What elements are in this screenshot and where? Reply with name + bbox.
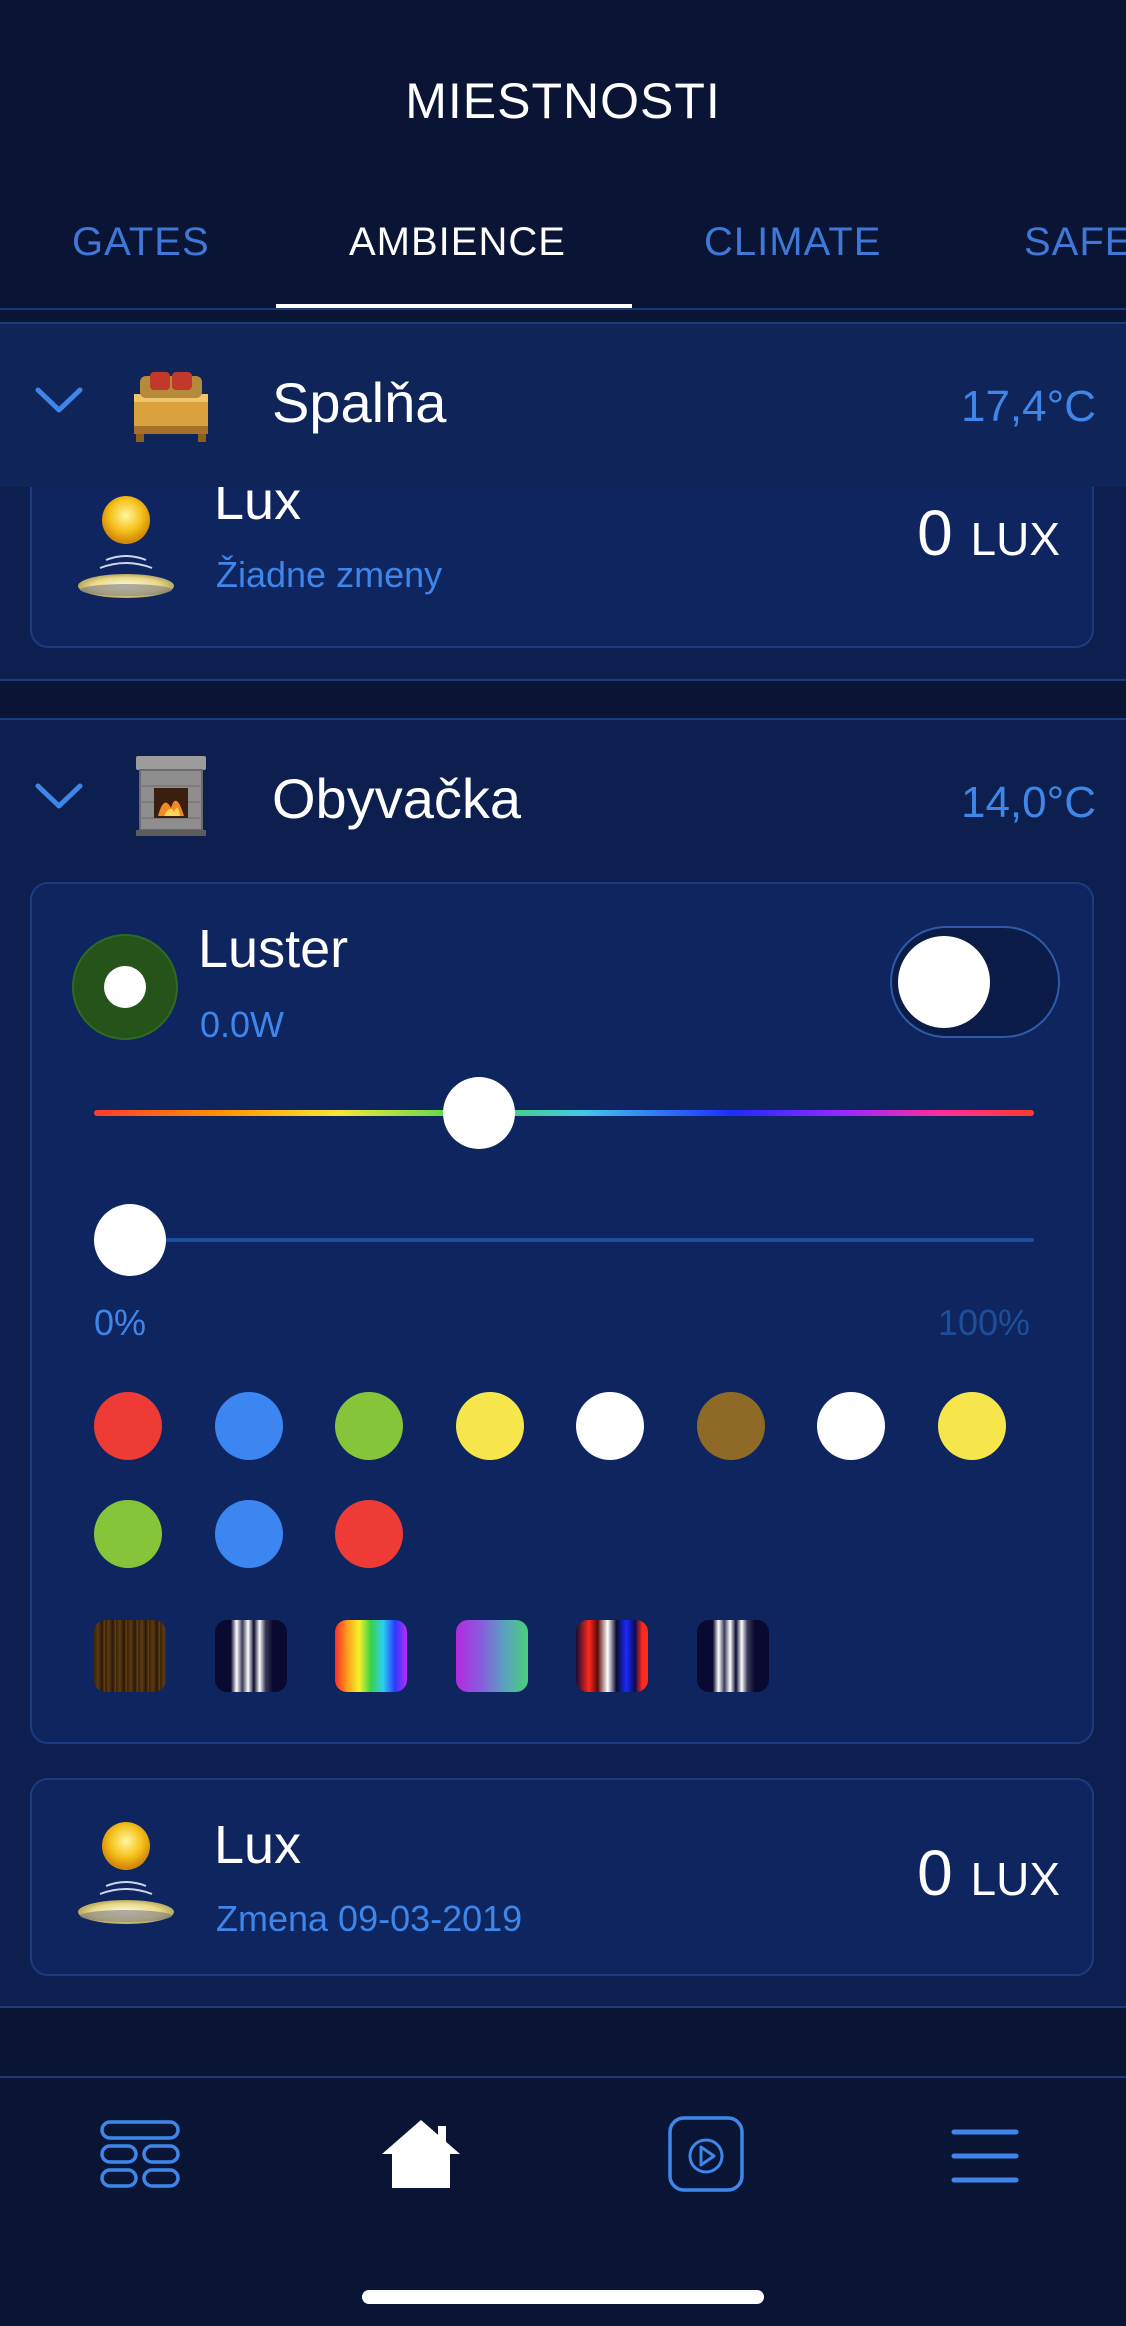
brightness-min-label: 0% (94, 1302, 147, 1343)
color-swatch[interactable] (817, 1392, 885, 1460)
device-power: 0.0W (200, 1004, 285, 1045)
bottom-navigation (0, 2076, 1126, 2326)
chevron-down-icon[interactable] (34, 386, 84, 416)
red-blue-stripes-pattern[interactable] (576, 1620, 648, 1692)
lux-value: 0 (917, 497, 953, 569)
active-tab-indicator (276, 304, 632, 308)
app-header: MIESTNOSTI GATES AMBIENCE CLIMATE SAFE (0, 0, 1126, 310)
rainbow-pattern[interactable] (335, 1620, 407, 1692)
lux-reading: 0 LUX (917, 1836, 1060, 1910)
color-swatch[interactable] (94, 1392, 162, 1460)
power-toggle[interactable] (890, 926, 1060, 1038)
chevron-down-icon[interactable] (34, 782, 84, 812)
color-swatch[interactable] (94, 1500, 162, 1568)
tab-gates[interactable]: GATES (72, 220, 210, 265)
tab-ambience[interactable]: AMBIENCE (349, 220, 566, 265)
tab-climate[interactable]: CLIMATE (704, 220, 881, 265)
purple-green-pattern[interactable] (456, 1620, 528, 1692)
device-status: Žiadne zmeny (216, 554, 443, 595)
color-swatch[interactable] (696, 1392, 765, 1460)
brightness-max-label: 100% (937, 1302, 1030, 1343)
lux-sensor-card[interactable]: Lux Zmena 09-03-2019 0 LUX (30, 1778, 1094, 1976)
room-name: Spalňa (272, 371, 447, 434)
white-stripes-pattern[interactable] (215, 1620, 287, 1692)
color-swatch[interactable] (576, 1392, 644, 1460)
category-tabs: GATES AMBIENCE CLIMATE SAFE (0, 210, 1126, 310)
home-icon[interactable] (378, 2116, 464, 2192)
sun-lamp-icon (78, 496, 174, 598)
white-stripes-pattern[interactable] (697, 1620, 769, 1692)
color-swatch[interactable] (335, 1392, 403, 1460)
lux-unit: LUX (970, 1853, 1060, 1905)
brightness-slider-handle[interactable] (94, 1204, 166, 1276)
lux-reading: 0 LUX (917, 496, 1060, 570)
room-name: Obyvačka (272, 767, 521, 830)
power-indicator-icon (72, 934, 178, 1040)
lux-value: 0 (917, 1837, 953, 1909)
brightness-slider[interactable] (94, 1238, 1034, 1242)
device-name: Lux (214, 1815, 302, 1875)
room-temperature: 17,4°C (960, 382, 1096, 431)
room-header-obyvacka[interactable]: Obyvačka 14,0°C (0, 718, 1126, 883)
page-title: MIESTNOSTI (405, 73, 721, 129)
menu-icon[interactable] (950, 2126, 1020, 2186)
light-device-card: Luster 0.0W 0% 100% (30, 882, 1094, 1744)
device-name: Luster (198, 919, 349, 979)
color-swatch[interactable] (335, 1500, 403, 1568)
sun-lamp-icon (78, 1822, 174, 1924)
room-temperature: 14,0°C (960, 778, 1096, 827)
room-header-spalna[interactable]: Spalňa 17,4°C (0, 322, 1126, 487)
grid-icon[interactable] (98, 2114, 182, 2194)
device-status: Zmena 09-03-2019 (216, 1898, 523, 1939)
hue-slider[interactable] (94, 1110, 1034, 1116)
lux-sensor-card[interactable]: Lux Žiadne zmeny 0 LUX (30, 470, 1094, 648)
hue-slider-handle[interactable] (443, 1077, 516, 1149)
color-swatch[interactable] (937, 1392, 1006, 1460)
color-swatch[interactable] (455, 1392, 524, 1460)
home-indicator[interactable] (362, 2290, 764, 2304)
lux-unit: LUX (970, 513, 1060, 565)
bed-icon (134, 372, 208, 442)
play-icon[interactable] (666, 2114, 746, 2194)
wood-pattern[interactable] (94, 1620, 166, 1692)
color-swatch[interactable] (214, 1392, 283, 1460)
color-swatch[interactable] (214, 1500, 283, 1568)
tab-safe[interactable]: SAFE (1024, 220, 1126, 265)
toggle-knob[interactable] (898, 936, 990, 1028)
fireplace-icon (136, 756, 206, 836)
